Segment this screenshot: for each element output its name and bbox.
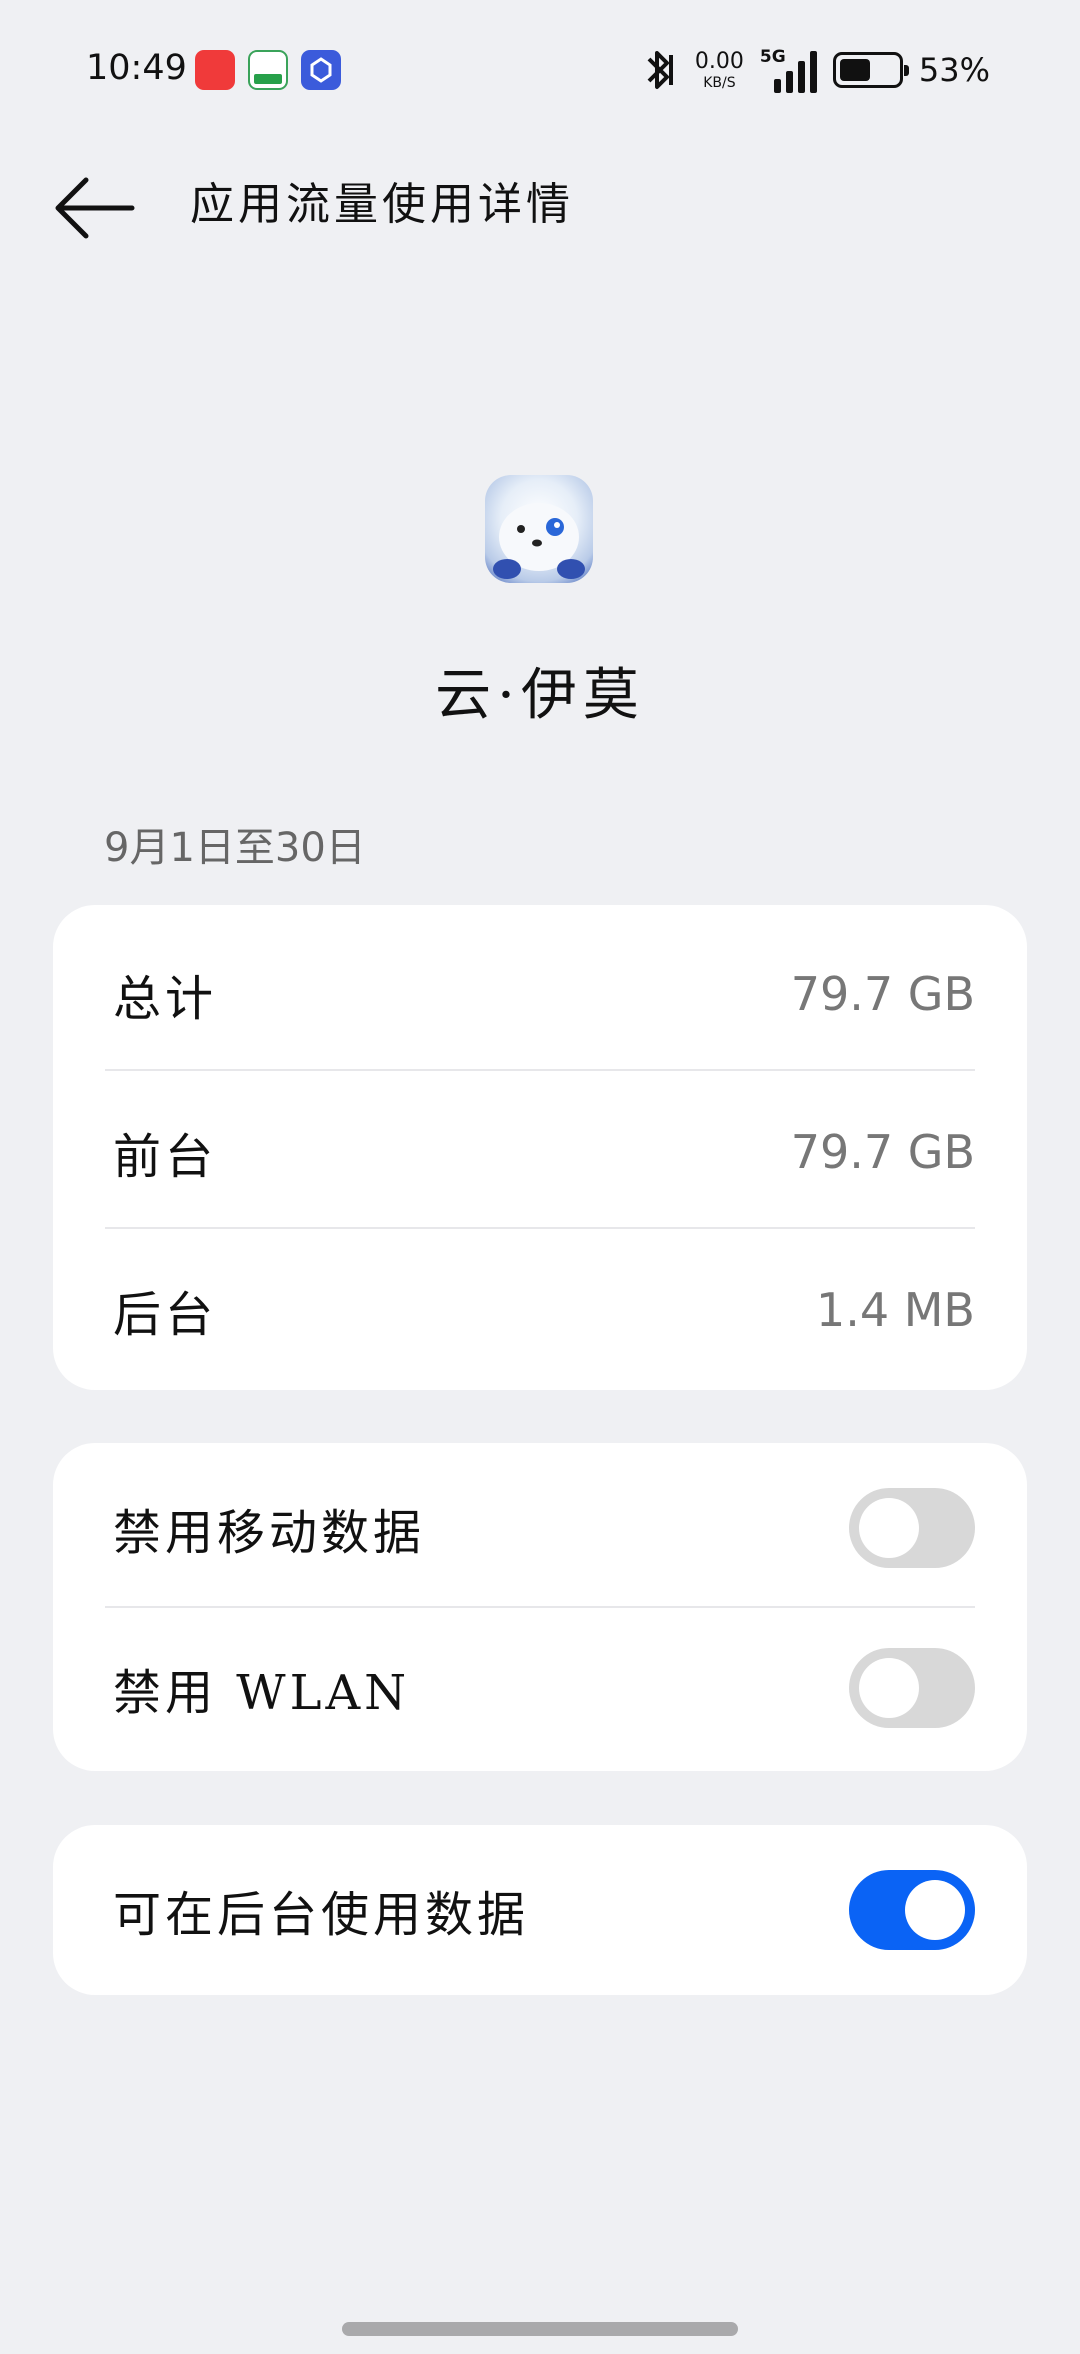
battery-fill	[839, 59, 870, 81]
disable-wlan-label: 禁用 WLAN	[113, 1665, 411, 1721]
toggle-knob	[905, 1880, 965, 1940]
battery-percent: 53%	[918, 51, 990, 89]
battery-icon	[832, 52, 909, 88]
disable-wlan-row[interactable]: 禁用 WLAN	[53, 1609, 1027, 1767]
toggle-knob	[859, 1498, 919, 1558]
status-indicators: 0.00 KB/S 5G 53%	[639, 44, 990, 96]
usage-row-background: 后台 1.4 MB	[53, 1231, 1027, 1389]
network-speed: 0.00 KB/S	[694, 48, 744, 91]
usage-card: 总计 79.7 GB 前台 79.7 GB 后台 1.4 MB	[53, 905, 1027, 1390]
usage-label: 后台	[113, 1287, 218, 1343]
disable-mobile-data-label: 禁用移动数据	[113, 1505, 426, 1561]
home-indicator[interactable]	[342, 2322, 738, 2336]
usage-row-total: 总计 79.7 GB	[53, 915, 1027, 1073]
signal-icon: 5G	[760, 47, 817, 93]
background-data-row[interactable]: 可在后台使用数据	[53, 1831, 1027, 1989]
app-icon	[485, 475, 593, 583]
store-app-icon	[301, 50, 341, 90]
disable-mobile-data-row[interactable]: 禁用移动数据	[53, 1449, 1027, 1607]
background-data-toggle[interactable]	[849, 1870, 975, 1950]
page-title: 应用流量使用详情	[190, 179, 574, 230]
divider	[105, 1606, 975, 1608]
usage-value: 79.7 GB	[790, 1125, 975, 1179]
back-arrow-icon	[55, 177, 135, 239]
disable-wlan-toggle[interactable]	[849, 1648, 975, 1728]
background-data-label: 可在后台使用数据	[113, 1887, 530, 1943]
usage-value: 79.7 GB	[790, 967, 975, 1021]
background-data-card: 可在后台使用数据	[53, 1825, 1027, 1995]
restrictions-card: 禁用移动数据 禁用 WLAN	[53, 1443, 1027, 1771]
usage-value: 1.4 MB	[815, 1283, 975, 1337]
status-bar: 10:49 0.00 KB/S 5G 53%	[0, 0, 1080, 140]
network-speed-value: 0.00	[694, 48, 744, 74]
divider	[105, 1227, 975, 1229]
toggle-knob	[859, 1658, 919, 1718]
back-button[interactable]	[48, 168, 138, 248]
bluetooth-icon	[639, 47, 679, 93]
oppo-app-icon	[248, 50, 288, 90]
signal-label: 5G	[759, 47, 786, 67]
network-speed-unit: KB/S	[703, 74, 736, 91]
date-range: 9月1日至30日	[104, 825, 366, 871]
usage-row-foreground: 前台 79.7 GB	[53, 1073, 1027, 1231]
app-name: 云·伊莫	[435, 663, 645, 728]
notification-app-icon	[195, 50, 235, 90]
usage-label: 总计	[113, 971, 218, 1027]
disable-mobile-data-toggle[interactable]	[849, 1488, 975, 1568]
status-time: 10:49	[86, 48, 187, 88]
usage-label: 前台	[113, 1129, 218, 1185]
divider	[105, 1069, 975, 1071]
